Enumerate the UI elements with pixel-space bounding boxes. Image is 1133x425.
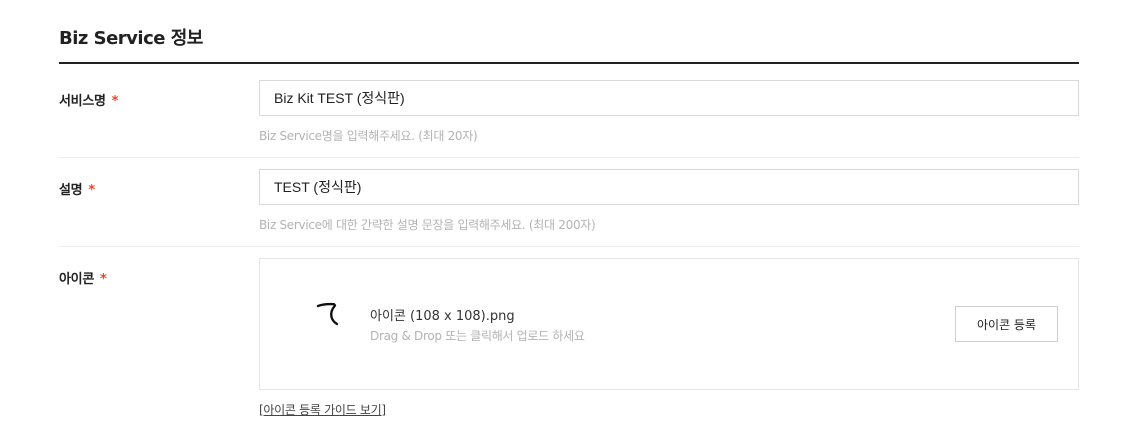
description-hint: Biz Service에 대한 간략한 설명 문장을 입력해주세요. (최대 2… — [259, 218, 596, 232]
biz-service-info-form: Biz Service 정보 서비스명 * Biz Service명을 입력해주세… — [0, 0, 1133, 425]
service-name-label-text: 서비스명 — [59, 94, 106, 109]
section-title: Biz Service 정보 — [59, 28, 203, 49]
row-divider — [59, 246, 1079, 247]
icon-preview-image — [316, 302, 339, 326]
service-name-label: 서비스명 * — [59, 90, 118, 109]
required-mark: * — [111, 94, 119, 109]
description-label: 설명 * — [59, 179, 95, 198]
description-input[interactable] — [259, 169, 1079, 205]
icon-upload-dropzone[interactable]: 아이콘 (108 x 108).png Drag & Drop 또는 클릭해서 … — [259, 258, 1079, 390]
icon-label-text: 아이콘 — [59, 272, 94, 287]
dropzone-hint: Drag & Drop 또는 클릭해서 업로드 하세요 — [370, 329, 585, 343]
service-name-hint: Biz Service명을 입력해주세요. (최대 20자) — [259, 129, 478, 143]
register-icon-button[interactable]: 아이콘 등록 — [955, 306, 1058, 342]
service-name-input[interactable] — [259, 80, 1079, 116]
icon-file-name: 아이콘 (108 x 108).png — [370, 309, 515, 324]
required-mark: * — [99, 272, 107, 287]
icon-guide-link[interactable]: [아이콘 등록 가이드 보기] — [259, 401, 386, 418]
required-mark: * — [88, 183, 95, 198]
description-label-text: 설명 — [59, 183, 83, 198]
row-divider — [59, 157, 1079, 158]
icon-label: 아이콘 * — [59, 268, 107, 287]
section-title-divider — [59, 62, 1079, 64]
